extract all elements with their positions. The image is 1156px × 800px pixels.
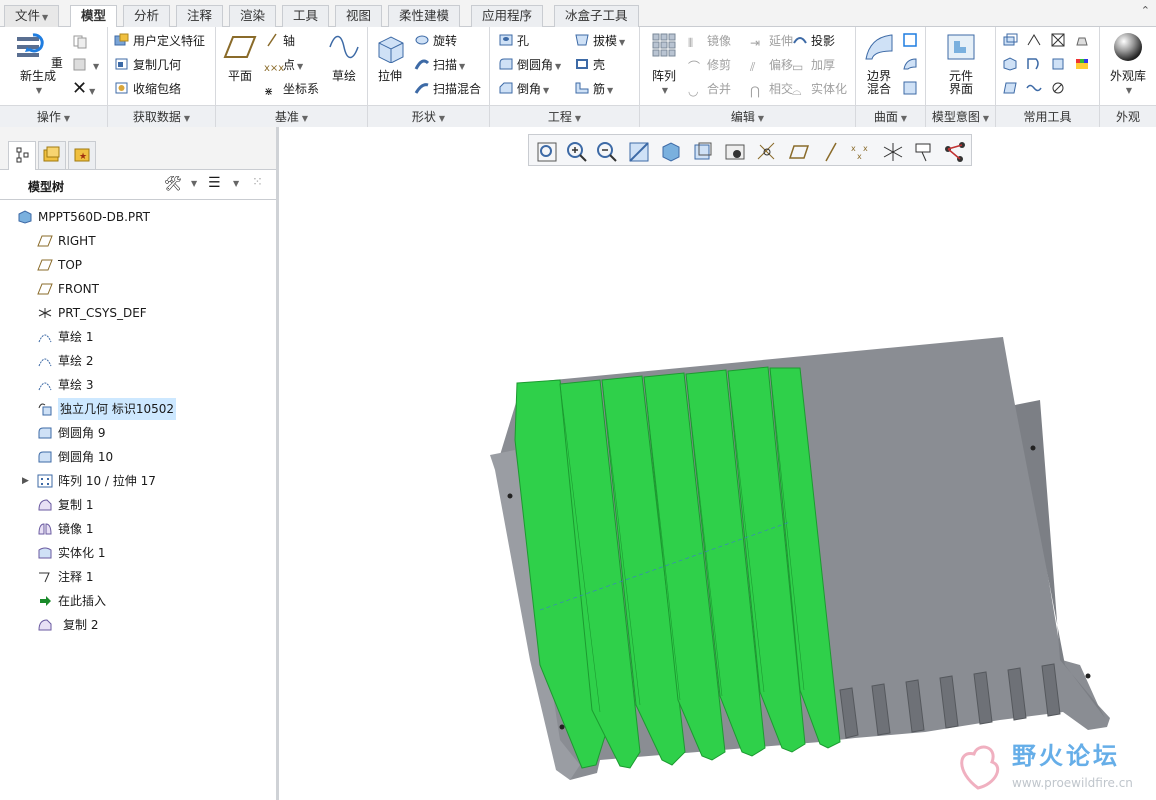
saved-views-button[interactable]	[689, 138, 715, 164]
view-manager-button[interactable]	[721, 138, 747, 164]
axis-display-icon	[825, 142, 837, 162]
heatsink-model[interactable]	[0, 0, 1156, 800]
saved-views-icon	[694, 142, 712, 160]
display-style-button[interactable]	[657, 138, 683, 164]
watermark-url: www.proewildfire.cn	[1012, 776, 1133, 790]
zoom-out-icon	[597, 142, 617, 162]
repaint-button[interactable]	[625, 138, 651, 164]
zoom-out-button[interactable]	[593, 138, 619, 164]
point-display-button[interactable]: xxx	[847, 138, 873, 164]
spin-center-button[interactable]	[941, 138, 967, 164]
spin-center-icon	[945, 142, 965, 162]
svg-text:x: x	[857, 152, 862, 161]
svg-text:x: x	[851, 144, 856, 153]
refit-icon	[537, 142, 557, 162]
perspective-icon	[757, 142, 775, 160]
annotation-display-icon	[915, 143, 931, 162]
zoom-in-icon	[567, 142, 587, 162]
axis-display-button[interactable]	[817, 138, 843, 164]
plane-display-button[interactable]	[785, 138, 811, 164]
view-manager-icon	[725, 144, 745, 160]
point-display-icon: x xx	[851, 144, 868, 161]
plane-display-icon	[788, 145, 810, 159]
csys-display-button[interactable]	[879, 138, 905, 164]
annotation-display-button[interactable]	[911, 138, 937, 164]
refit-button[interactable]	[533, 138, 559, 164]
forum-watermark: 野火论坛 www.proewildfire.cn	[948, 732, 1156, 800]
zoom-in-button[interactable]	[563, 138, 589, 164]
csys-display-icon	[883, 143, 903, 161]
view-toolbar: xxx	[528, 134, 972, 166]
display-style-icon	[662, 142, 680, 162]
watermark-logo-icon	[960, 745, 1000, 790]
perspective-button[interactable]	[753, 138, 779, 164]
svg-text:x: x	[863, 144, 868, 153]
watermark-title: 野火论坛	[1012, 742, 1120, 770]
repaint-icon	[629, 142, 649, 162]
